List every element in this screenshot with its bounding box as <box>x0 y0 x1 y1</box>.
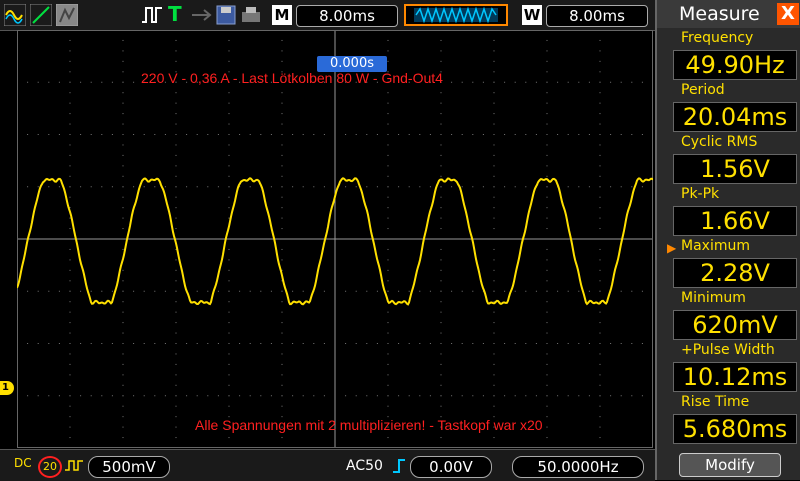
measure-label-0: Frequency <box>681 30 754 46</box>
measure-value-6[interactable]: 10.12ms <box>673 362 797 392</box>
memory-depth-indicator <box>404 4 508 26</box>
top-toolbar: T M 8.00ms W 8.00ms <box>0 0 655 31</box>
measure-value-1[interactable]: 20.04ms <box>673 102 797 132</box>
selected-arrow-icon: ▶ <box>667 241 677 255</box>
measure-value-7[interactable]: 5.680ms <box>673 414 797 444</box>
bandwidth-limit-badge: 20 <box>38 456 62 478</box>
waveform-grid <box>17 30 653 448</box>
measure-label-5: Minimum <box>681 290 746 306</box>
channel-coupling: DC <box>14 456 32 470</box>
usb-icon <box>192 9 212 21</box>
measure-label-6: +Pulse Width <box>681 342 775 358</box>
main-timebase-letter: M <box>272 5 292 25</box>
measure-panel-header: Measure X <box>657 0 800 28</box>
window-timebase-value[interactable]: 8.00ms <box>546 5 648 27</box>
volts-per-div-value[interactable]: 500mV <box>88 456 170 478</box>
measure-label-2: Cyclic RMS <box>681 134 758 150</box>
trigger-level-value[interactable]: 0.00V <box>410 456 492 478</box>
measure-label-4: Maximum <box>681 238 750 254</box>
wave-display-icon[interactable] <box>4 4 26 26</box>
trigger-edge-icon[interactable] <box>140 4 164 26</box>
print-icon[interactable] <box>240 4 262 26</box>
measure-label-1: Period <box>681 82 725 98</box>
measure-value-0[interactable]: 49.90Hz <box>673 50 797 80</box>
persist-icon[interactable] <box>56 4 78 26</box>
measure-value-3[interactable]: 1.66V <box>673 206 797 236</box>
annotation-bottom: Alle Spannungen mit 2 multiplizieren! - … <box>195 417 543 433</box>
trigger-mode: AC50 <box>346 458 383 474</box>
measure-value-2[interactable]: 1.56V <box>673 154 797 184</box>
trigger-status-label: T <box>168 2 182 26</box>
measure-value-4[interactable]: 2.28V <box>673 258 797 288</box>
trigger-frequency-value: 50.0000Hz <box>512 456 644 478</box>
cursor-line-icon[interactable] <box>30 4 52 26</box>
main-timebase-value[interactable]: 8.00ms <box>296 5 398 27</box>
measure-panel-title: Measure <box>679 3 760 25</box>
rising-edge-icon <box>393 459 405 473</box>
bottom-status-bar: DC 20 500mV AC50 0.00V 50.0000Hz <box>0 449 655 481</box>
invert-wave-icon <box>65 460 83 471</box>
window-timebase-letter: W <box>522 5 542 25</box>
waveform-screen: 0.000s 220 V - 0,36 A - Last Lötkolben 8… <box>17 30 653 448</box>
measure-label-7: Rise Time <box>681 394 750 410</box>
save-icon[interactable] <box>216 4 236 26</box>
close-icon[interactable]: X <box>777 3 799 25</box>
modify-button[interactable]: Modify <box>679 453 781 477</box>
annotation-top: 220 V - 0,36 A - Last Lötkolben 80 W - G… <box>141 70 443 86</box>
measure-panel: Measure X Frequency 49.90Hz Period 20.04ms C… <box>655 0 800 480</box>
channel1-ground-marker[interactable]: 1 <box>0 381 14 395</box>
measure-value-5[interactable]: 620mV <box>673 310 797 340</box>
measure-label-3: Pk-Pk <box>681 186 720 202</box>
